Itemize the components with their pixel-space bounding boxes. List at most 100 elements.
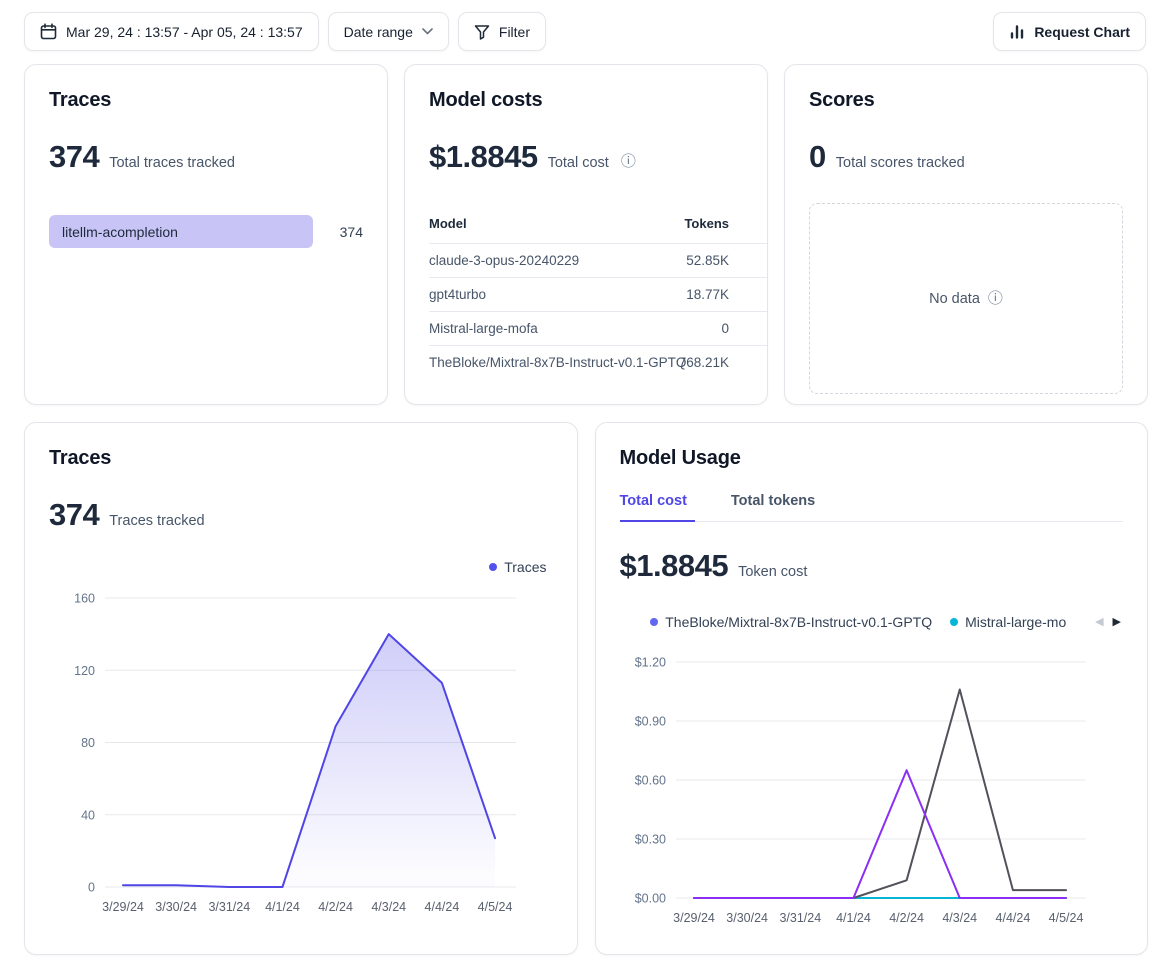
table-row: Mistral-large-mofa0 (429, 312, 768, 346)
svg-text:4/3/24: 4/3/24 (371, 900, 406, 914)
svg-text:$0.30: $0.30 (634, 833, 665, 847)
model-usage-line-chart[interactable]: $0.00$0.30$0.60$0.90$1.203/29/243/30/243… (620, 644, 1125, 932)
table-row: gpt4turbo18.77K$ (429, 278, 768, 312)
svg-text:4/5/24: 4/5/24 (478, 900, 513, 914)
traces-total-label: Total traces tracked (109, 155, 235, 171)
traces-chart-legend: Traces (49, 559, 553, 575)
svg-text:4/1/24: 4/1/24 (836, 911, 871, 925)
legend-label: Mistral-large-mo (965, 614, 1066, 630)
legend-item[interactable]: Mistral-large-mo (950, 614, 1066, 630)
cell-model: gpt4turbo (429, 278, 660, 312)
tab-total-tokens[interactable]: Total tokens (731, 493, 823, 522)
info-icon[interactable]: ⓘ (621, 150, 636, 171)
legend-prev-icon[interactable]: ◀ (1095, 615, 1103, 628)
chart-cards-row: Traces 374 Traces tracked Traces 0 40 80 12… (24, 422, 1148, 955)
card-title: Traces (49, 89, 363, 112)
svg-text:$0.90: $0.90 (634, 715, 665, 729)
cell-cost: $ (729, 244, 768, 278)
summary-cards-row: Traces 374 Total traces tracked litellm-… (24, 64, 1148, 405)
svg-text:160: 160 (74, 592, 95, 606)
card-title: Model Usage (620, 447, 1124, 470)
svg-text:4/2/24: 4/2/24 (318, 900, 353, 914)
svg-text:4/2/24: 4/2/24 (889, 911, 924, 925)
svg-text:3/31/24: 3/31/24 (779, 911, 821, 925)
filter-button[interactable]: Filter (458, 12, 546, 51)
svg-text:$0.60: $0.60 (634, 774, 665, 788)
svg-text:3/29/24: 3/29/24 (102, 900, 144, 914)
svg-text:40: 40 (81, 808, 95, 822)
legend-label: TheBloke/Mixtral-8x7B-Instruct-v0.1-GPTQ (665, 614, 932, 630)
request-chart-button[interactable]: Request Chart (993, 12, 1146, 51)
model-usage-tabs: Total cost Total tokens (620, 493, 1124, 522)
traces-summary-card: Traces 374 Total traces tracked litellm-… (24, 64, 388, 405)
svg-text:4/3/24: 4/3/24 (942, 911, 977, 925)
date-range-picker-button[interactable]: Mar 29, 24 : 13:57 - Apr 05, 24 : 13:57 (24, 12, 319, 51)
date-range-preset-label: Date range (344, 24, 413, 40)
legend-item[interactable]: Traces (489, 559, 546, 575)
trace-name-bar-row: litellm-acompletion 374 (49, 215, 363, 248)
chevron-down-icon (422, 28, 433, 35)
svg-text:3/30/24: 3/30/24 (726, 911, 768, 925)
svg-text:0: 0 (88, 881, 95, 895)
trace-name-bar[interactable]: litellm-acompletion (49, 215, 313, 248)
model-usage-total: $1.8845 (620, 548, 729, 584)
svg-text:4/4/24: 4/4/24 (425, 900, 460, 914)
legend-dot-icon (650, 618, 658, 626)
legend-dot-icon (489, 563, 497, 571)
card-title: Model costs (429, 89, 743, 112)
traces-line-chart[interactable]: 0 40 80 120 160 3/29/24 3/30/24 3/31/24 4/1/24 4/… (49, 579, 555, 921)
model-usage-legend: TheBloke/Mixtral-8x7B-Instruct-v0.1-GPTQ… (620, 614, 1124, 630)
model-costs-card: Model costs $1.8845 Total cost ⓘ Model T… (404, 64, 768, 405)
legend-next-icon[interactable]: ▶ (1113, 615, 1121, 628)
svg-text:4/1/24: 4/1/24 (265, 900, 300, 914)
cell-cost: $ (729, 278, 768, 312)
filter-funnel-icon (474, 24, 490, 40)
traces-chart-total-label: Traces tracked (109, 513, 204, 529)
legend-label: Traces (504, 559, 546, 575)
model-costs-total-label: Total cost (548, 155, 609, 171)
traces-chart-total: 374 (49, 497, 99, 533)
scores-card: Scores 0 Total scores tracked No data ⓘ (784, 64, 1148, 405)
traces-chart-card: Traces 374 Traces tracked Traces 0 40 80 12… (24, 422, 578, 955)
svg-text:$1.20: $1.20 (634, 656, 665, 670)
legend-dot-icon (950, 618, 958, 626)
model-costs-table-wrap: Model Tokens claude-3-opus-2024022952.85… (429, 216, 768, 379)
svg-text:3/30/24: 3/30/24 (155, 900, 197, 914)
cell-cost (729, 312, 768, 346)
model-costs-total: $1.8845 (429, 139, 538, 175)
info-icon[interactable]: ⓘ (988, 287, 1003, 308)
card-title: Scores (809, 89, 1123, 112)
cell-tokens: 0 (660, 312, 729, 346)
table-row: claude-3-opus-2024022952.85K$ (429, 244, 768, 278)
no-data-text: No data (929, 291, 980, 307)
traces-bar-list: litellm-acompletion 374 (49, 215, 363, 248)
cell-model: TheBloke/Mixtral-8x7B-Instruct-v0.1-GPTQ (429, 346, 660, 380)
cell-model: Mistral-large-mofa (429, 312, 660, 346)
table-row: TheBloke/Mixtral-8x7B-Instruct-v0.1-GPTQ… (429, 346, 768, 380)
trace-count: 374 (340, 224, 363, 240)
toolbar: Mar 29, 24 : 13:57 - Apr 05, 24 : 13:57 … (24, 12, 1148, 51)
model-costs-table: Model Tokens claude-3-opus-2024022952.85… (429, 216, 768, 379)
tab-total-cost[interactable]: Total cost (620, 493, 695, 522)
model-usage-card: Model Usage Total cost Total tokens $1.88… (595, 422, 1149, 955)
cell-cost (729, 346, 768, 380)
column-header-model: Model (429, 216, 660, 244)
no-data-box: No data ⓘ (809, 203, 1123, 394)
dashboard-page: Mar 29, 24 : 13:57 - Apr 05, 24 : 13:57 … (0, 0, 1160, 971)
request-chart-label: Request Chart (1034, 24, 1130, 40)
legend-item[interactable]: TheBloke/Mixtral-8x7B-Instruct-v0.1-GPTQ (650, 614, 932, 630)
svg-text:3/31/24: 3/31/24 (208, 900, 250, 914)
calendar-icon (40, 23, 57, 40)
card-title: Traces (49, 447, 553, 470)
cell-model: claude-3-opus-20240229 (429, 244, 660, 278)
svg-text:4/4/24: 4/4/24 (995, 911, 1030, 925)
date-range-preset-dropdown[interactable]: Date range (328, 12, 449, 51)
svg-text:80: 80 (81, 736, 95, 750)
bar-chart-icon (1009, 24, 1025, 40)
scores-total-label: Total scores tracked (836, 155, 965, 171)
column-header-tokens: Tokens (660, 216, 729, 244)
traces-total: 374 (49, 139, 99, 175)
svg-text:4/5/24: 4/5/24 (1048, 911, 1083, 925)
model-usage-total-label: Token cost (738, 564, 807, 580)
svg-text:120: 120 (74, 664, 95, 678)
